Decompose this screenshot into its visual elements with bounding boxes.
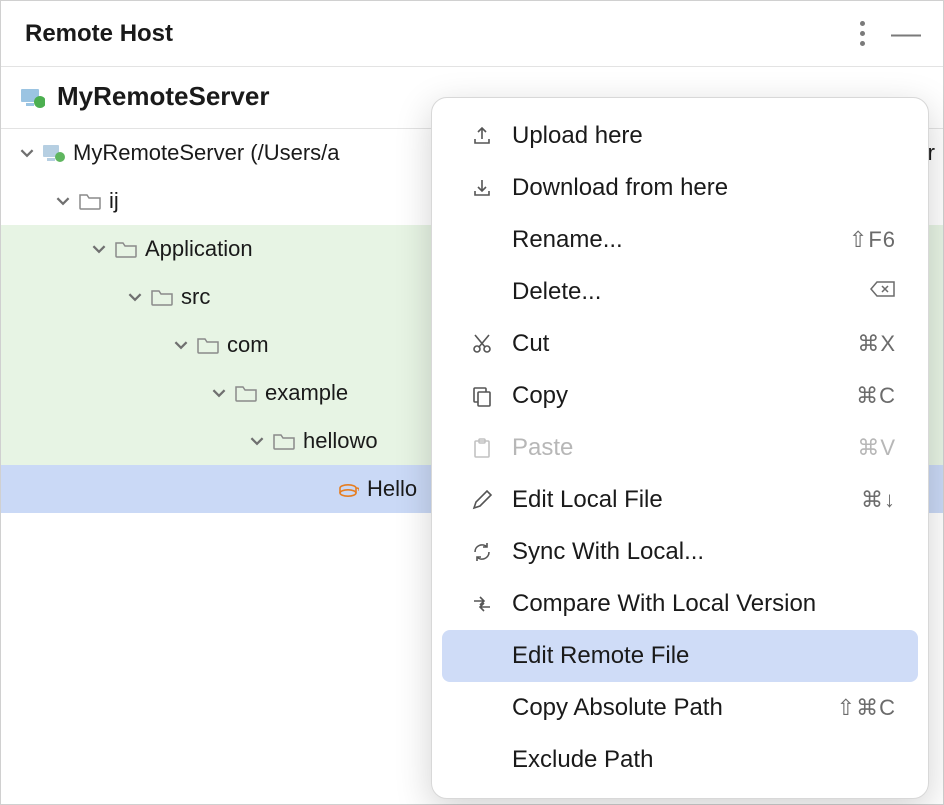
tree-label-helloworld: hellowo bbox=[303, 428, 378, 454]
menu-label-copy-path: Copy Absolute Path bbox=[512, 694, 821, 722]
tree-label-file: Hello bbox=[367, 476, 417, 502]
tree-label-ij: ij bbox=[109, 188, 119, 214]
chevron-down-icon bbox=[55, 194, 71, 208]
folder-icon bbox=[151, 288, 173, 306]
chevron-down-icon bbox=[211, 386, 227, 400]
menu-item-cut[interactable]: Cut ⌘X bbox=[442, 318, 918, 370]
server-name: MyRemoteServer bbox=[57, 81, 269, 112]
upload-icon bbox=[468, 125, 496, 147]
server-icon bbox=[21, 86, 45, 108]
menu-label-copy: Copy bbox=[512, 382, 840, 410]
panel-actions: — bbox=[858, 19, 921, 48]
tree-label-root: MyRemoteServer (/Users/a bbox=[73, 140, 340, 166]
edit-icon bbox=[468, 489, 496, 511]
menu-label-edit-local: Edit Local File bbox=[512, 486, 845, 514]
tree-label-application: Application bbox=[145, 236, 253, 262]
menu-shortcut-copy-path: ⇧⌘C bbox=[837, 695, 896, 721]
chevron-down-icon bbox=[91, 242, 107, 256]
menu-label-compare: Compare With Local Version bbox=[512, 590, 896, 618]
folder-icon bbox=[79, 192, 101, 210]
menu-shortcut-edit-local: ⌘↓ bbox=[861, 487, 896, 513]
menu-label-delete: Delete... bbox=[512, 278, 854, 306]
cut-icon bbox=[468, 333, 496, 355]
chevron-down-icon bbox=[19, 146, 35, 160]
folder-icon bbox=[115, 240, 137, 258]
menu-item-compare[interactable]: Compare With Local Version bbox=[442, 578, 918, 630]
menu-label-paste: Paste bbox=[512, 434, 841, 462]
copy-icon bbox=[468, 385, 496, 407]
menu-label-upload: Upload here bbox=[512, 122, 896, 150]
tree-label-src: src bbox=[181, 284, 210, 310]
tree-label-example: example bbox=[265, 380, 348, 406]
menu-item-edit-remote[interactable]: Edit Remote File bbox=[442, 630, 918, 682]
menu-label-edit-remote: Edit Remote File bbox=[512, 642, 896, 670]
menu-label-rename: Rename... bbox=[512, 226, 833, 254]
menu-label-sync: Sync With Local... bbox=[512, 538, 896, 566]
paste-icon bbox=[468, 437, 496, 459]
folder-icon bbox=[273, 432, 295, 450]
menu-item-paste: Paste ⌘V bbox=[442, 422, 918, 474]
menu-shortcut-cut: ⌘X bbox=[857, 331, 896, 357]
chevron-down-icon bbox=[249, 434, 265, 448]
menu-shortcut-copy: ⌘C bbox=[856, 383, 896, 409]
menu-item-rename[interactable]: Rename... ⇧F6 bbox=[442, 214, 918, 266]
menu-item-exclude[interactable]: Exclude Path bbox=[442, 734, 918, 786]
panel-title: Remote Host bbox=[25, 20, 173, 48]
java-file-icon bbox=[337, 478, 359, 500]
menu-item-delete[interactable]: Delete... bbox=[442, 266, 918, 318]
menu-shortcut-paste: ⌘V bbox=[857, 435, 896, 461]
download-icon bbox=[468, 177, 496, 199]
menu-item-copy[interactable]: Copy ⌘C bbox=[442, 370, 918, 422]
more-options-icon[interactable] bbox=[858, 19, 867, 48]
chevron-down-icon bbox=[173, 338, 189, 352]
folder-icon bbox=[235, 384, 257, 402]
menu-label-exclude: Exclude Path bbox=[512, 746, 896, 774]
menu-label-cut: Cut bbox=[512, 330, 841, 358]
server-node-icon bbox=[43, 144, 65, 162]
chevron-down-icon bbox=[127, 290, 143, 304]
menu-item-upload[interactable]: Upload here bbox=[442, 110, 918, 162]
folder-icon bbox=[197, 336, 219, 354]
context-menu: Upload here Download from here Rename...… bbox=[431, 97, 929, 799]
menu-item-download[interactable]: Download from here bbox=[442, 162, 918, 214]
delete-key-icon bbox=[870, 279, 896, 305]
menu-item-copy-path[interactable]: Copy Absolute Path ⇧⌘C bbox=[442, 682, 918, 734]
compare-icon bbox=[468, 593, 496, 615]
sync-icon bbox=[468, 541, 496, 563]
panel-header: Remote Host — bbox=[1, 1, 943, 67]
menu-shortcut-rename: ⇧F6 bbox=[849, 227, 896, 253]
menu-item-edit-local[interactable]: Edit Local File ⌘↓ bbox=[442, 474, 918, 526]
tree-label-com: com bbox=[227, 332, 269, 358]
menu-item-sync[interactable]: Sync With Local... bbox=[442, 526, 918, 578]
menu-label-download: Download from here bbox=[512, 174, 896, 202]
